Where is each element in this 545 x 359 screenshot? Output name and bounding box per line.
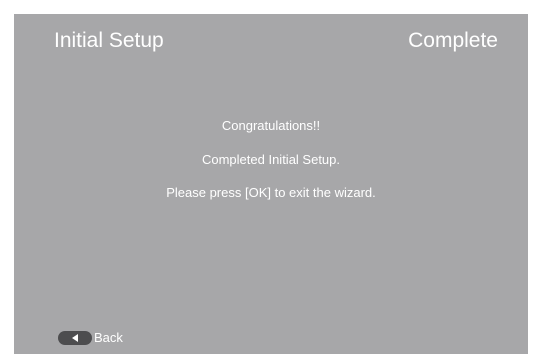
back-label: Back [94, 330, 123, 345]
back-button[interactable]: Back [58, 329, 123, 347]
exit-instruction: Please press [OK] to exit the wizard. [166, 185, 376, 200]
step-status: Complete [408, 29, 498, 52]
page-title: Initial Setup [54, 29, 164, 52]
setup-wizard-screen: Initial Setup Complete Congratulations!!… [14, 14, 528, 354]
completed-message: Completed Initial Setup. [201, 152, 341, 167]
congratulations-message: Congratulations!! [221, 118, 321, 133]
left-arrow-key-icon [58, 331, 92, 345]
